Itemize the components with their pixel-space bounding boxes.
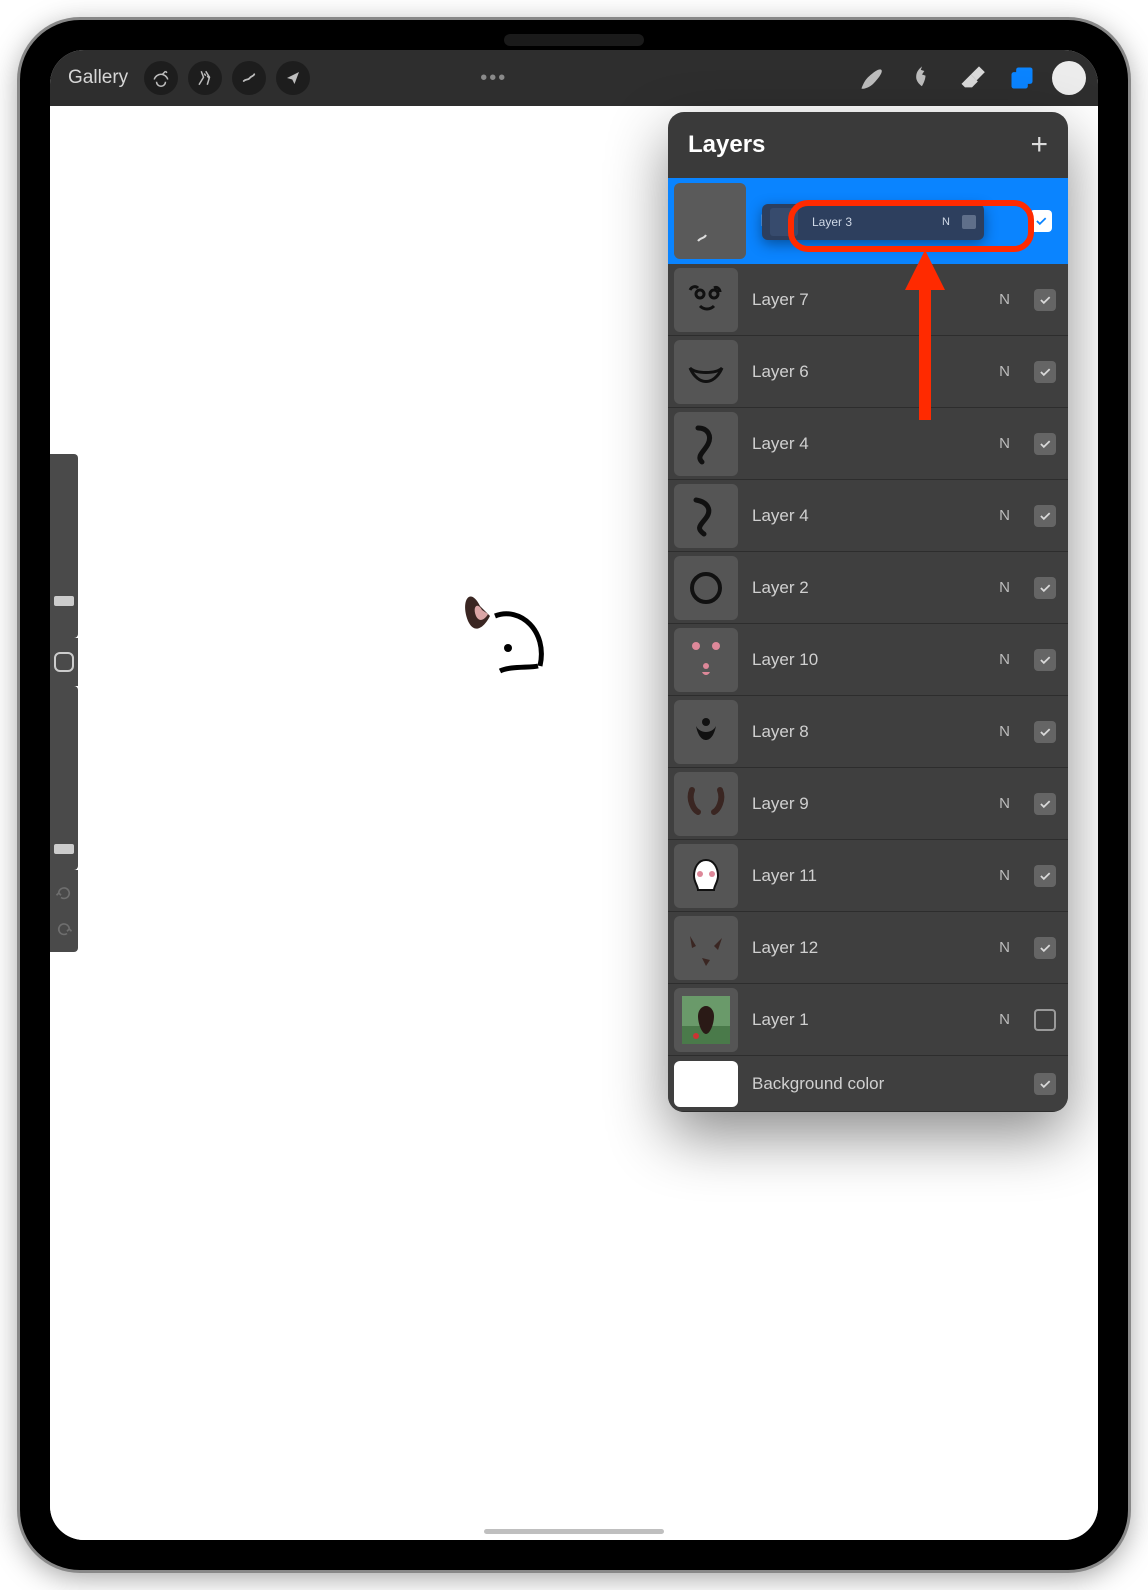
layer-name: Layer 6 (752, 362, 985, 382)
layer-row[interactable]: Layer 12 N (668, 912, 1068, 984)
blend-mode-label[interactable]: N (999, 363, 1010, 380)
layer-name: Layer 2 (752, 578, 985, 598)
layer-name: Layer 11 (752, 866, 985, 886)
layer-name: Layer 7 (752, 290, 985, 310)
layer-thumbnail (674, 556, 738, 620)
actions-icon[interactable] (144, 61, 178, 95)
top-toolbar: Gallery ••• (50, 50, 1098, 106)
blend-mode-label[interactable]: N (999, 507, 1010, 524)
layer-visible-checkbox[interactable] (1034, 793, 1056, 815)
layer-row[interactable]: Layer 10 N (668, 624, 1068, 696)
blend-mode-label[interactable]: N (999, 867, 1010, 884)
layer-visible-checkbox[interactable] (1030, 210, 1052, 232)
layer-name: Layer 12 (752, 938, 985, 958)
layer-row[interactable]: Layer 7 N (668, 264, 1068, 336)
redo-icon[interactable] (55, 920, 73, 938)
layer-name: Layer 4 (752, 506, 985, 526)
layer-thumbnail (674, 700, 738, 764)
canvas-artwork (460, 576, 550, 716)
layers-panel: Layers + Layer 13 Layer 3 N Layer 7NLaye… (668, 112, 1068, 1112)
layer-thumbnail (674, 628, 738, 692)
layer-thumbnail (674, 916, 738, 980)
background-color-row[interactable]: Background color (668, 1056, 1068, 1112)
undo-icon[interactable] (55, 884, 73, 902)
opacity-slider[interactable] (50, 686, 78, 870)
blend-mode-label[interactable]: N (999, 1011, 1010, 1028)
screen: Gallery ••• (50, 50, 1098, 1540)
layer-name: Background color (752, 1074, 1020, 1094)
brush-size-slider[interactable] (50, 454, 78, 638)
layer-visible-checkbox[interactable] (1034, 649, 1056, 671)
modify-button[interactable] (50, 638, 78, 686)
layer-thumbnail (674, 484, 738, 548)
layer-row[interactable]: Layer 4 N (668, 408, 1068, 480)
layer-visible-checkbox[interactable] (1034, 577, 1056, 599)
sidebar-tools (50, 454, 88, 952)
selection-icon[interactable] (232, 61, 266, 95)
blend-mode-label: N (942, 216, 950, 228)
add-layer-button[interactable]: + (1030, 128, 1048, 162)
layer-visible-checkbox[interactable] (1034, 1073, 1056, 1095)
dragging-layer-ghost[interactable]: Layer 3 N (762, 204, 984, 240)
transform-icon[interactable] (276, 61, 310, 95)
adjustments-icon[interactable] (188, 61, 222, 95)
layer-row-selected[interactable]: Layer 13 Layer 3 N (668, 178, 1068, 264)
blend-mode-label[interactable]: N (999, 651, 1010, 668)
layer-visible-checkbox[interactable] (1034, 865, 1056, 887)
layer-thumbnail (674, 268, 738, 332)
layers-title: Layers (688, 131, 765, 159)
blend-mode-label[interactable]: N (999, 795, 1010, 812)
blend-mode-label[interactable]: N (999, 291, 1010, 308)
layer-visible-checkbox[interactable] (1034, 505, 1056, 527)
layer-thumbnail (674, 183, 746, 259)
layer-name: Layer 10 (752, 650, 985, 670)
layer-thumbnail (674, 844, 738, 908)
layer-name: Layer 8 (752, 722, 985, 742)
layer-visible-checkbox[interactable] (1034, 361, 1056, 383)
brush-icon[interactable] (852, 58, 892, 98)
layer-thumbnail (674, 340, 738, 404)
layer-thumbnail (770, 208, 798, 236)
layer-visible-checkbox[interactable] (1034, 721, 1056, 743)
blend-mode-label[interactable]: N (999, 579, 1010, 596)
layer-visible-checkbox[interactable] (1034, 289, 1056, 311)
blend-mode-label[interactable]: N (999, 435, 1010, 452)
undo-redo-group (50, 870, 78, 952)
layer-thumbnail (674, 988, 738, 1052)
layer-row[interactable]: Layer 9 N (668, 768, 1068, 840)
blend-mode-label[interactable]: N (999, 939, 1010, 956)
layer-row[interactable]: Layer 4 N (668, 480, 1068, 552)
ipad-device-frame: Gallery ••• (20, 20, 1128, 1570)
smudge-icon[interactable] (902, 58, 942, 98)
more-dots-icon[interactable]: ••• (480, 67, 507, 90)
eraser-icon[interactable] (952, 58, 992, 98)
layer-visible-checkbox (962, 215, 976, 229)
layer-name: Layer 9 (752, 794, 985, 814)
layer-visible-checkbox[interactable] (1034, 433, 1056, 455)
layer-row[interactable]: Layer 8 N (668, 696, 1068, 768)
layer-name: Layer 4 (752, 434, 985, 454)
layer-thumbnail (674, 1061, 738, 1107)
layer-row[interactable]: Layer 11 N (668, 840, 1068, 912)
layer-row[interactable]: Layer 2 N (668, 552, 1068, 624)
layer-thumbnail (674, 412, 738, 476)
blend-mode-label[interactable]: N (999, 723, 1010, 740)
layer-visible-checkbox[interactable] (1034, 1009, 1056, 1031)
layer-visible-checkbox[interactable] (1034, 937, 1056, 959)
home-indicator (484, 1529, 664, 1534)
layer-row[interactable]: Layer 1 N (668, 984, 1068, 1056)
layers-icon[interactable] (1002, 58, 1042, 98)
layer-name: Layer 3 (812, 215, 934, 229)
layer-name: Layer 1 (752, 1010, 985, 1030)
color-swatch[interactable] (1052, 61, 1086, 95)
gallery-button[interactable]: Gallery (62, 67, 134, 89)
layer-thumbnail (674, 772, 738, 836)
layer-row[interactable]: Layer 6 N (668, 336, 1068, 408)
